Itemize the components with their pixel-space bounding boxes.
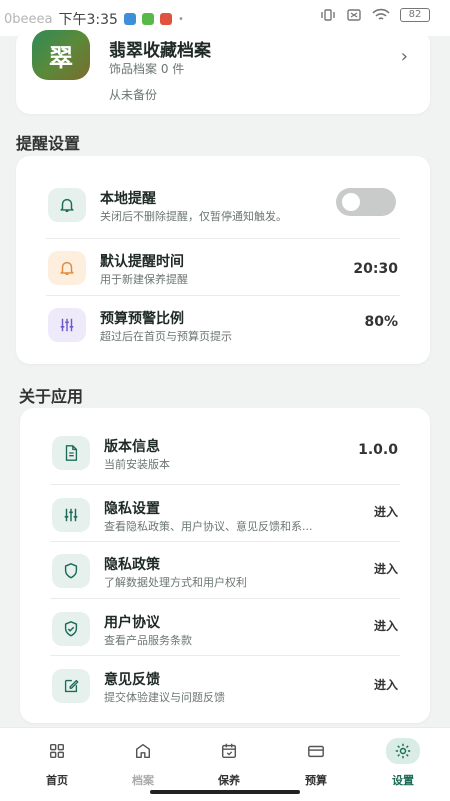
- status-time: 下午3:35: [58, 12, 118, 28]
- user-agreement-row[interactable]: 用户协议 查看产品服务条款 进入: [20, 599, 430, 657]
- local-reminder-title: 本地提醒: [100, 191, 156, 207]
- version-value: 1.0.0: [358, 442, 398, 458]
- status-left: 0beeea 下午3:35 •: [4, 9, 184, 29]
- privacy-settings-desc: 查看隐私政策、用户协议、意见反馈和系...: [104, 520, 313, 533]
- archive-count: 饰品档案 0 件: [109, 62, 185, 76]
- budget-warning-value: 80%: [364, 314, 398, 330]
- download-notification-icon: [141, 13, 154, 25]
- budget-warning-desc: 超过后在首页与预算页提示: [100, 330, 232, 343]
- battery-icon: 82: [400, 8, 430, 22]
- reminder-card: 本地提醒 关闭后不删除提醒，仅暂停通知触发。 默认提醒时间 用于新建保养提醒 2…: [16, 156, 430, 364]
- budget-warning-row[interactable]: 预算预警比例 超过后在首页与预算页提示 80%: [16, 296, 430, 356]
- local-reminder-toggle[interactable]: [336, 188, 396, 216]
- default-reminder-time-desc: 用于新建保养提醒: [100, 273, 188, 286]
- calendar-icon: [194, 738, 264, 764]
- home-indicator: [150, 790, 300, 794]
- message-notification-icon: [123, 13, 136, 25]
- shield-icon: [52, 554, 90, 588]
- no-sim-icon: [347, 9, 361, 21]
- feedback-title: 意见反馈: [104, 672, 160, 688]
- privacy-settings-enter[interactable]: 进入: [374, 503, 398, 520]
- tab-home[interactable]: 首页: [22, 738, 92, 788]
- carrier-text: 0beeea: [4, 11, 53, 27]
- archive-card[interactable]: 翠 翡翠收藏档案 饰品档案 0 件 从未备份 ›: [16, 30, 430, 114]
- version-title: 版本信息: [104, 439, 160, 455]
- reminder-section-title: 提醒设置: [16, 134, 81, 153]
- tab-budget-label: 预算: [305, 774, 327, 787]
- vibrate-icon: [321, 9, 335, 21]
- sliders-icon: [52, 498, 90, 532]
- default-reminder-time-value: 20:30: [353, 261, 398, 277]
- local-reminder-row[interactable]: 本地提醒 关闭后不删除提醒，仅暂停通知触发。: [16, 156, 430, 238]
- privacy-settings-row[interactable]: 隐私设置 查看隐私政策、用户协议、意见反馈和系... 进入: [20, 485, 430, 543]
- user-agreement-desc: 查看产品服务条款: [104, 634, 192, 647]
- tab-maintenance[interactable]: 保养: [194, 738, 264, 788]
- shield-check-icon: [52, 612, 90, 646]
- about-section-title: 关于应用: [19, 387, 84, 406]
- app-logo: 翠: [32, 30, 90, 80]
- privacy-policy-enter[interactable]: 进入: [374, 560, 398, 577]
- version-desc: 当前安装版本: [104, 458, 170, 471]
- grid-icon: [22, 738, 92, 764]
- document-icon: [52, 436, 90, 470]
- toggle-knob: [342, 193, 360, 211]
- bell-icon: [48, 188, 86, 222]
- feedback-row[interactable]: 意见反馈 提交体验建议与问题反馈 进入: [20, 656, 430, 718]
- tab-settings-label: 设置: [392, 774, 414, 787]
- sliders-icon: [48, 308, 86, 342]
- local-reminder-desc: 关闭后不删除提醒，仅暂停通知触发。: [100, 210, 287, 223]
- wifi-icon: [372, 8, 390, 20]
- backup-status: 从未备份: [109, 88, 158, 102]
- feedback-enter[interactable]: 进入: [374, 676, 398, 693]
- archive-title: 翡翠收藏档案: [109, 41, 211, 61]
- tab-home-label: 首页: [46, 774, 68, 787]
- tab-maintenance-label: 保养: [218, 774, 240, 787]
- chevron-right-icon[interactable]: ›: [401, 46, 408, 67]
- privacy-policy-desc: 了解数据处理方式和用户权利: [104, 576, 247, 589]
- privacy-policy-row[interactable]: 隐私政策 了解数据处理方式和用户权利 进入: [20, 542, 430, 600]
- default-reminder-time-row[interactable]: 默认提醒时间 用于新建保养提醒 20:30: [16, 239, 430, 295]
- tab-archive-label: 档案: [132, 774, 154, 787]
- privacy-settings-title: 隐私设置: [104, 501, 160, 517]
- tab-budget[interactable]: 预算: [281, 738, 351, 788]
- edit-icon: [52, 669, 90, 703]
- gear-icon: [386, 738, 420, 764]
- about-card: 版本信息 当前安装版本 1.0.0 隐私设置 查看隐私政策、用户协议、意见反馈和…: [20, 408, 430, 723]
- user-agreement-title: 用户协议: [104, 615, 160, 631]
- more-notification-dot-icon: •: [177, 13, 184, 25]
- user-agreement-enter[interactable]: 进入: [374, 617, 398, 634]
- alarm-bell-icon: [48, 251, 86, 285]
- budget-warning-title: 预算预警比例: [100, 311, 184, 327]
- privacy-policy-title: 隐私政策: [104, 557, 160, 573]
- card-icon: [281, 738, 351, 764]
- app-notification-icon: [159, 13, 172, 25]
- status-right: 82: [320, 8, 430, 22]
- tab-archive[interactable]: 档案: [108, 738, 178, 788]
- version-row: 版本信息 当前安装版本 1.0.0: [20, 408, 430, 478]
- default-reminder-time-title: 默认提醒时间: [100, 254, 184, 270]
- feedback-desc: 提交体验建议与问题反馈: [104, 691, 225, 704]
- archive-home-icon: [108, 738, 178, 764]
- tab-settings[interactable]: 设置: [368, 738, 438, 788]
